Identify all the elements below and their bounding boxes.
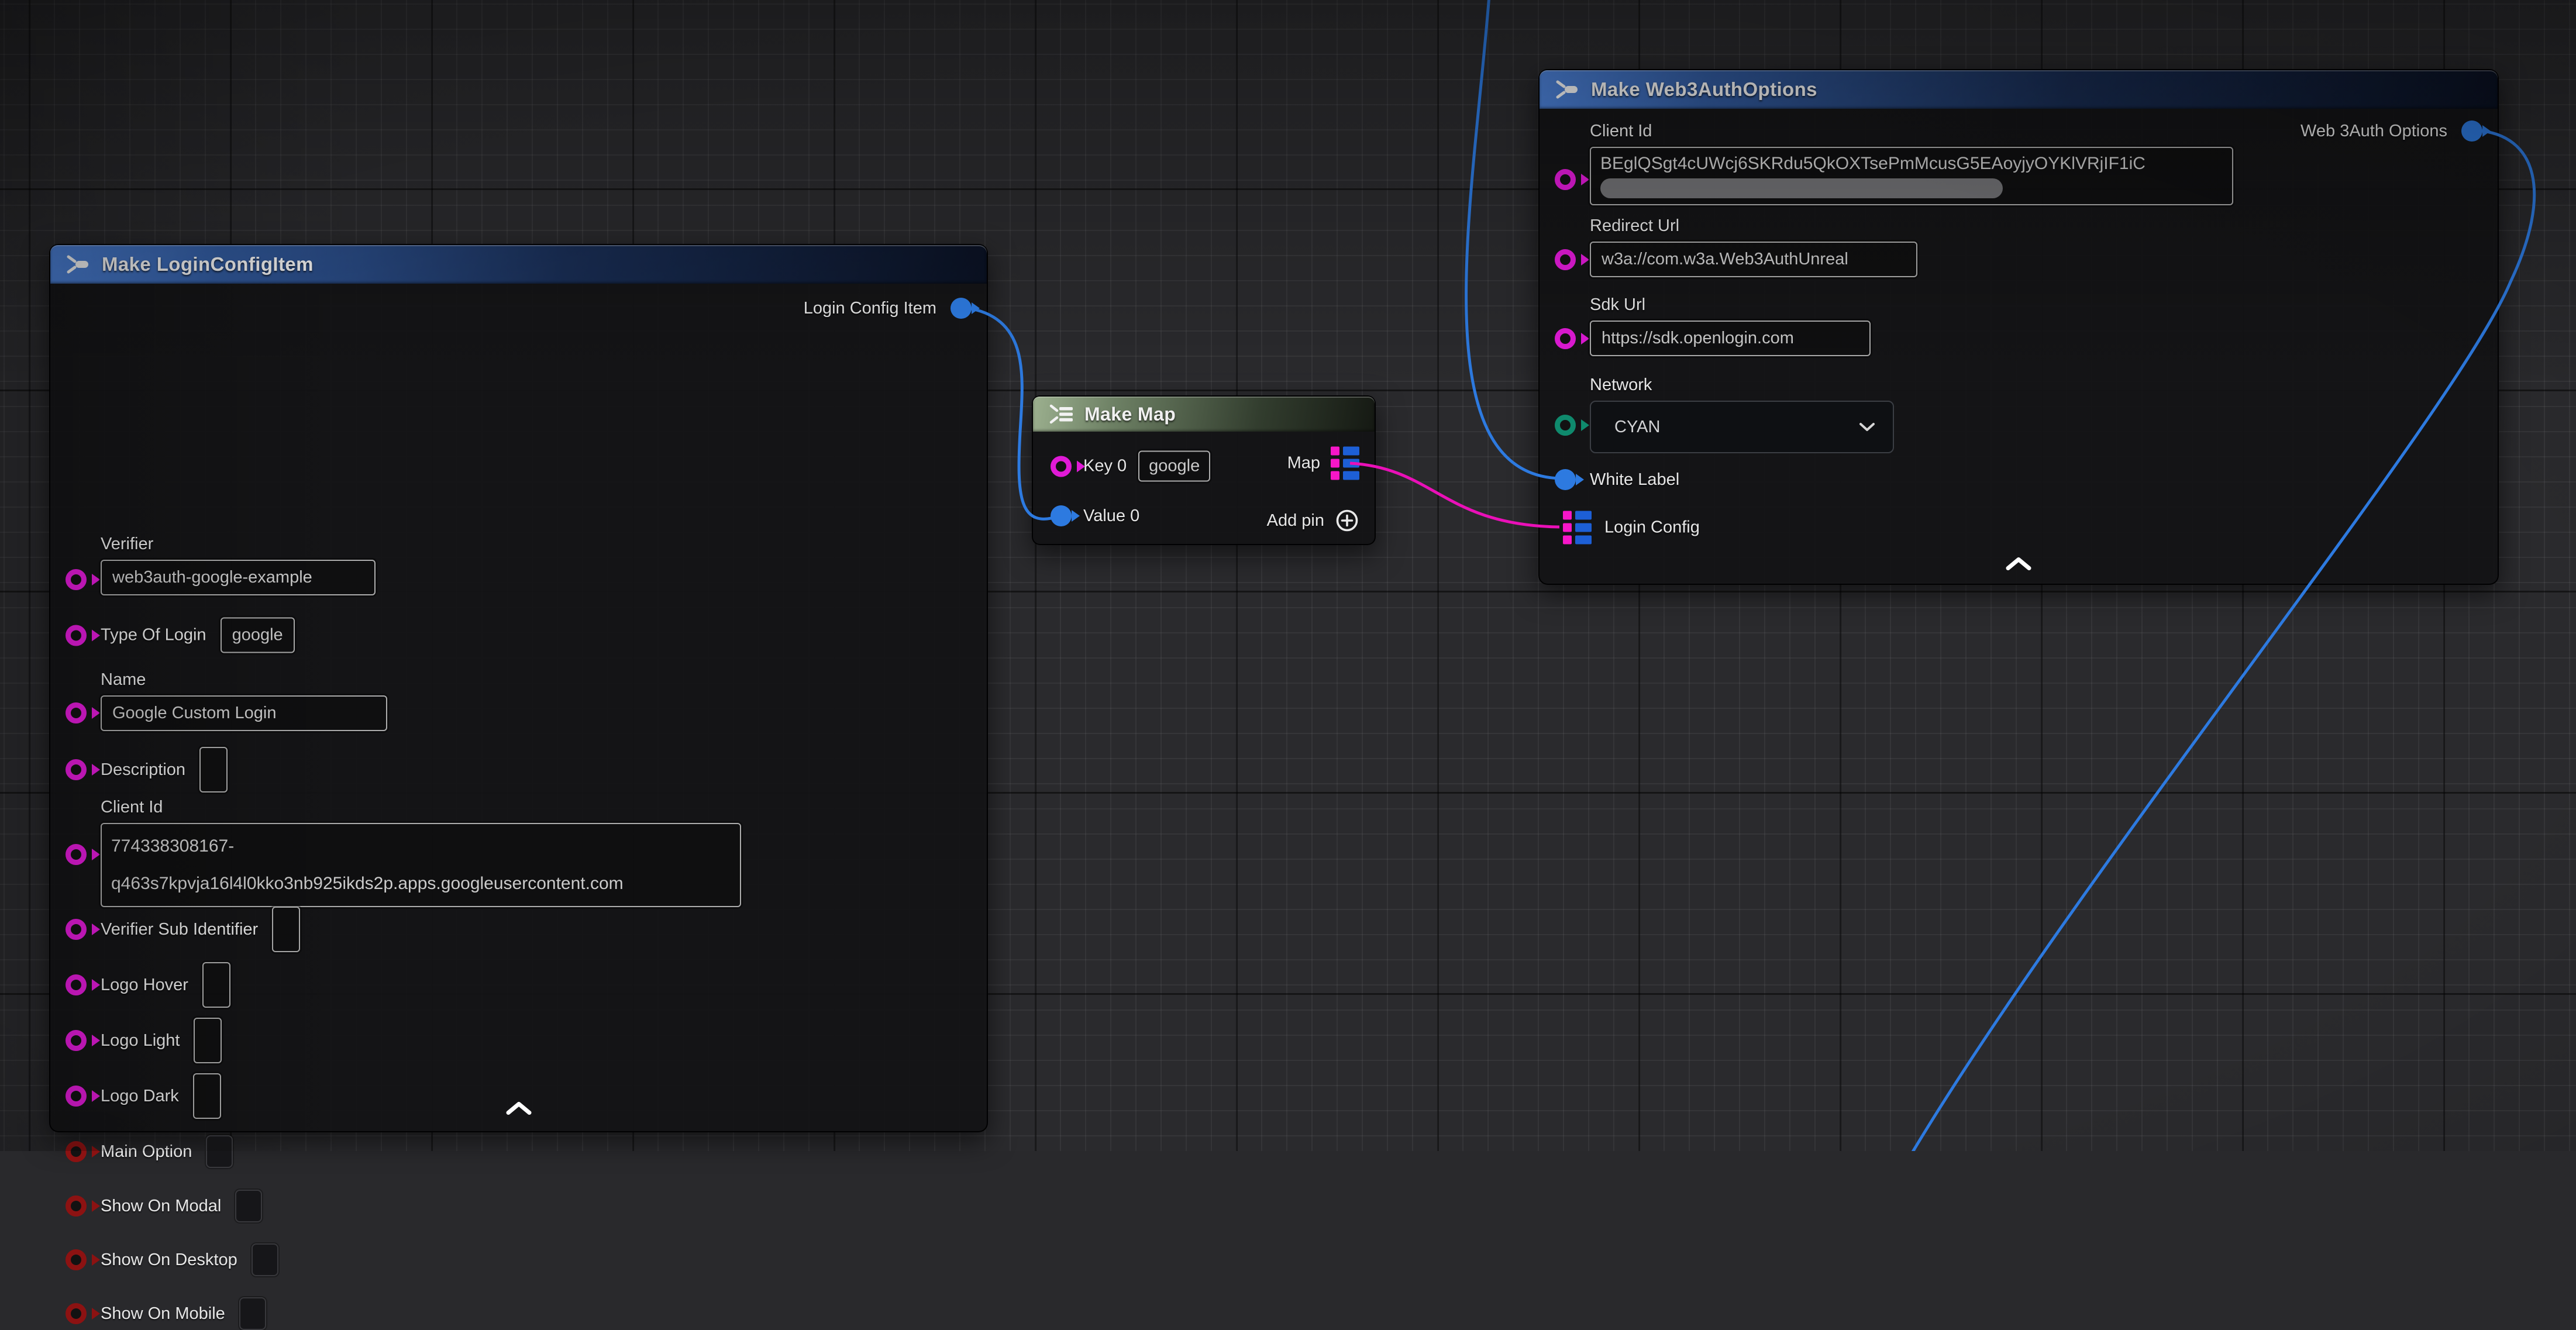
make-map-icon bbox=[1048, 402, 1075, 426]
add-pin-label: Add pin bbox=[1267, 511, 1324, 530]
pin-description[interactable] bbox=[66, 759, 87, 780]
output-pin-label: Web 3Auth Options bbox=[2301, 122, 2447, 141]
pin-label-verifier: Verifier bbox=[101, 535, 376, 554]
pin-label-show-on-modal: Show On Modal bbox=[101, 1197, 221, 1216]
node-title: Make Web3AuthOptions bbox=[1591, 78, 1817, 101]
show-on-mobile-checkbox[interactable] bbox=[239, 1297, 266, 1330]
pin-label-name: Name bbox=[101, 670, 387, 690]
client-id-input[interactable]: 774338308167- q463s7kpvja16l4l0kko3nb925… bbox=[101, 823, 741, 907]
node-make-loginconfigitem: Make LoginConfigItem Login Config Item V… bbox=[49, 244, 988, 1132]
pin-verifier[interactable] bbox=[66, 569, 87, 590]
show-on-modal-checkbox[interactable] bbox=[235, 1190, 262, 1222]
pin-logo-light[interactable] bbox=[66, 1030, 87, 1051]
pin-label-verifier-sub-identifier: Verifier Sub Identifier bbox=[101, 920, 258, 939]
pin-show-on-desktop[interactable] bbox=[66, 1249, 87, 1270]
pin-login-config[interactable] bbox=[1563, 511, 1592, 545]
chevron-down-icon bbox=[1859, 422, 1875, 432]
pin-redirect-url[interactable] bbox=[1555, 249, 1576, 270]
logo-hover-input[interactable] bbox=[202, 962, 230, 1008]
name-input[interactable]: Google Custom Login bbox=[101, 695, 387, 731]
pin-label-client-id: Client Id bbox=[1590, 122, 2233, 141]
pin-label-main-option: Main Option bbox=[101, 1142, 192, 1162]
pin-verifier-sub-identifier[interactable] bbox=[66, 919, 87, 940]
logo-light-input[interactable] bbox=[194, 1018, 222, 1063]
pin-label-logo-light: Logo Light bbox=[101, 1031, 180, 1050]
pin-label-show-on-mobile: Show On Mobile bbox=[101, 1304, 225, 1324]
node-make-web3authoptions: Make Web3AuthOptions Web 3Auth Options C… bbox=[1538, 69, 2499, 585]
node-header-make-web3authoptions[interactable]: Make Web3AuthOptions bbox=[1540, 70, 2498, 109]
pin-label-map: Map bbox=[1287, 454, 1320, 473]
pin-label-show-on-desktop: Show On Desktop bbox=[101, 1250, 237, 1270]
verifier-input[interactable]: web3auth-google-example bbox=[101, 560, 376, 595]
pin-value-0[interactable] bbox=[1051, 505, 1072, 526]
redirect-url-input[interactable]: w3a://com.w3a.Web3AuthUnreal bbox=[1590, 242, 1917, 277]
verifier-sub-identifier-input[interactable] bbox=[272, 907, 300, 952]
make-struct-icon bbox=[1555, 78, 1579, 101]
pin-label-network: Network bbox=[1590, 375, 1894, 395]
pin-label-type-of-login: Type Of Login bbox=[101, 626, 206, 645]
logo-dark-input[interactable] bbox=[193, 1073, 221, 1119]
wire-map-to-login-config[interactable] bbox=[1350, 463, 1559, 527]
pin-label-sdk-url: Sdk Url bbox=[1590, 295, 1871, 315]
pin-client-id[interactable] bbox=[1555, 169, 1576, 190]
pin-type-of-login[interactable] bbox=[66, 625, 87, 646]
network-dropdown[interactable]: CYAN bbox=[1590, 401, 1894, 453]
pin-label-value-0: Value 0 bbox=[1083, 506, 1139, 526]
pin-label-description: Description bbox=[101, 760, 185, 780]
node-header-make-map[interactable]: Make Map bbox=[1033, 397, 1375, 432]
pin-show-on-modal[interactable] bbox=[66, 1195, 87, 1217]
pin-logo-dark[interactable] bbox=[66, 1086, 87, 1107]
pin-network[interactable] bbox=[1555, 415, 1576, 436]
pin-logo-hover[interactable] bbox=[66, 974, 87, 995]
pin-label-logo-hover: Logo Hover bbox=[101, 976, 188, 995]
pin-main-option[interactable] bbox=[66, 1141, 87, 1162]
type-of-login-input[interactable]: google bbox=[221, 618, 295, 653]
pin-client-id[interactable] bbox=[66, 844, 87, 865]
add-pin-button[interactable] bbox=[1335, 508, 1359, 533]
pin-web3auth-options-output[interactable] bbox=[2461, 120, 2482, 142]
pin-show-on-mobile[interactable] bbox=[66, 1303, 87, 1324]
node-title: Make LoginConfigItem bbox=[102, 253, 314, 275]
pin-map-output[interactable] bbox=[1331, 447, 1359, 480]
pin-label-logo-dark: Logo Dark bbox=[101, 1087, 179, 1106]
pin-label-redirect-url: Redirect Url bbox=[1590, 216, 1917, 236]
make-struct-icon bbox=[66, 253, 90, 276]
node-title: Make Map bbox=[1084, 404, 1176, 425]
pin-white-label[interactable] bbox=[1555, 469, 1576, 490]
collapse-node-button[interactable] bbox=[506, 1101, 532, 1118]
blueprint-canvas[interactable]: Make LoginConfigItem Login Config Item V… bbox=[0, 0, 2576, 1151]
pin-label-key-0: Key 0 bbox=[1083, 457, 1127, 476]
pin-login-config-item-output[interactable] bbox=[950, 298, 972, 319]
output-pin-label: Login Config Item bbox=[804, 299, 936, 318]
node-make-map: Make Map Key 0 google Map Value 0 Add pi… bbox=[1032, 395, 1376, 545]
show-on-desktop-checkbox[interactable] bbox=[252, 1243, 278, 1276]
client-id-input[interactable]: BEglQSgt4cUWcj6SKRdu5QkOXTsePmMcusG5EAoy… bbox=[1590, 147, 2233, 205]
pin-sdk-url[interactable] bbox=[1555, 328, 1576, 349]
client-id-line2: q463s7kpvja16l4l0kko3nb925ikds2p.apps.go… bbox=[111, 865, 731, 902]
sdk-url-input[interactable]: https://sdk.openlogin.com bbox=[1590, 321, 1871, 356]
key-0-input[interactable]: google bbox=[1138, 451, 1210, 482]
pin-label-client-id: Client Id bbox=[101, 798, 741, 817]
client-id-horizontal-scrollbar[interactable] bbox=[1600, 178, 2003, 198]
pin-label-login-config: Login Config bbox=[1604, 518, 1700, 537]
client-id-line1: 774338308167- bbox=[111, 828, 731, 865]
network-selected-value: CYAN bbox=[1614, 418, 1660, 437]
main-option-checkbox[interactable] bbox=[206, 1135, 233, 1168]
pin-name[interactable] bbox=[66, 702, 87, 723]
description-input[interactable] bbox=[199, 747, 228, 793]
collapse-node-button[interactable] bbox=[2006, 557, 2031, 574]
pin-label-white-label: White Label bbox=[1590, 470, 1679, 490]
node-header-make-loginconfigitem[interactable]: Make LoginConfigItem bbox=[50, 245, 987, 284]
pin-key-0[interactable] bbox=[1051, 456, 1072, 477]
client-id-value: BEglQSgt4cUWcj6SKRdu5QkOXTsePmMcusG5EAoy… bbox=[1600, 154, 2223, 174]
